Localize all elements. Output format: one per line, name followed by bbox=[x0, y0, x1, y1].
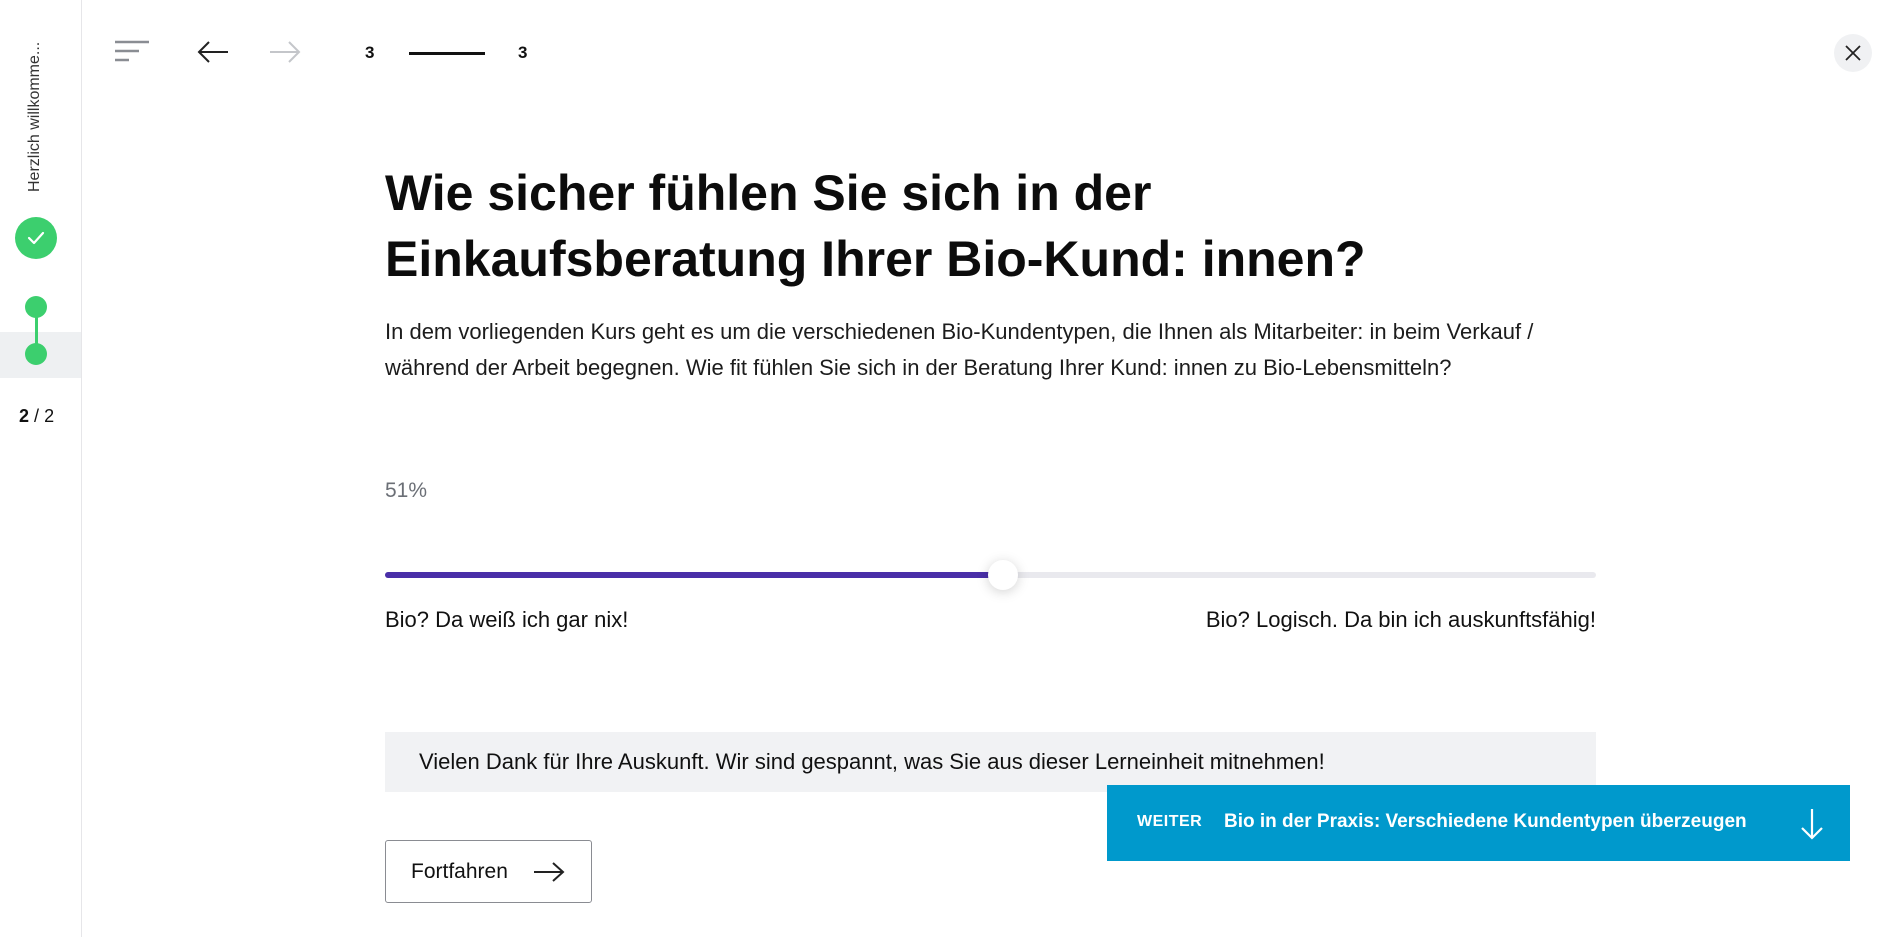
feedback-message: Vielen Dank für Ihre Auskunft. Wir sind … bbox=[385, 732, 1596, 792]
back-arrow-icon[interactable] bbox=[196, 38, 230, 66]
progress-current: 3 bbox=[365, 43, 375, 62]
forward-arrow-icon[interactable] bbox=[268, 38, 302, 66]
slider-thumb[interactable] bbox=[987, 560, 1018, 590]
lesson-complete-check-icon[interactable] bbox=[15, 217, 57, 259]
next-lesson-title: Bio in der Praxis: Verschiedene Kundenty… bbox=[1224, 811, 1747, 832]
page-current: 2 bbox=[19, 406, 30, 426]
close-icon bbox=[1845, 45, 1861, 61]
slider-fill bbox=[385, 572, 1003, 578]
slider-min-label: Bio? Da weiß ich gar nix! bbox=[385, 607, 629, 632]
step-dot-2[interactable] bbox=[25, 343, 47, 365]
arrow-down-icon bbox=[1801, 809, 1823, 840]
sidebar-lesson-title[interactable]: Herzlich willkomme... bbox=[26, 42, 44, 192]
feedback-text: Vielen Dank für Ihre Auskunft. Wir sind … bbox=[419, 749, 1325, 774]
close-button[interactable] bbox=[1834, 34, 1872, 72]
continue-button-label: Fortfahren bbox=[411, 859, 508, 883]
progress-total: 3 bbox=[518, 43, 528, 62]
next-lesson-tag: WEITER bbox=[1137, 813, 1203, 830]
page-total: 2 bbox=[44, 406, 55, 426]
continue-button[interactable]: Fortfahren bbox=[385, 840, 592, 903]
progress-line bbox=[409, 52, 485, 55]
lesson-sidebar: Herzlich willkomme... 2 / 2 bbox=[0, 0, 82, 937]
slider-value-label: 51% bbox=[385, 479, 428, 502]
question-heading: Wie sicher fühlen Sie sich in der Einkau… bbox=[385, 165, 1366, 287]
arrow-right-icon bbox=[534, 862, 565, 882]
menu-icon[interactable] bbox=[114, 38, 150, 66]
slider-max-label: Bio? Logisch. Da bin ich auskunftsfähig! bbox=[1205, 607, 1596, 632]
question-intro: In dem vorliegenden Kurs geht es um die … bbox=[385, 319, 1534, 380]
next-lesson-banner[interactable]: WEITER Bio in der Praxis: Verschiedene K… bbox=[1107, 785, 1850, 861]
confidence-slider[interactable] bbox=[385, 560, 1596, 590]
page-separator: / bbox=[34, 406, 40, 426]
page-counter: 2 / 2 bbox=[19, 406, 54, 427]
step-dot-1[interactable] bbox=[25, 296, 47, 318]
